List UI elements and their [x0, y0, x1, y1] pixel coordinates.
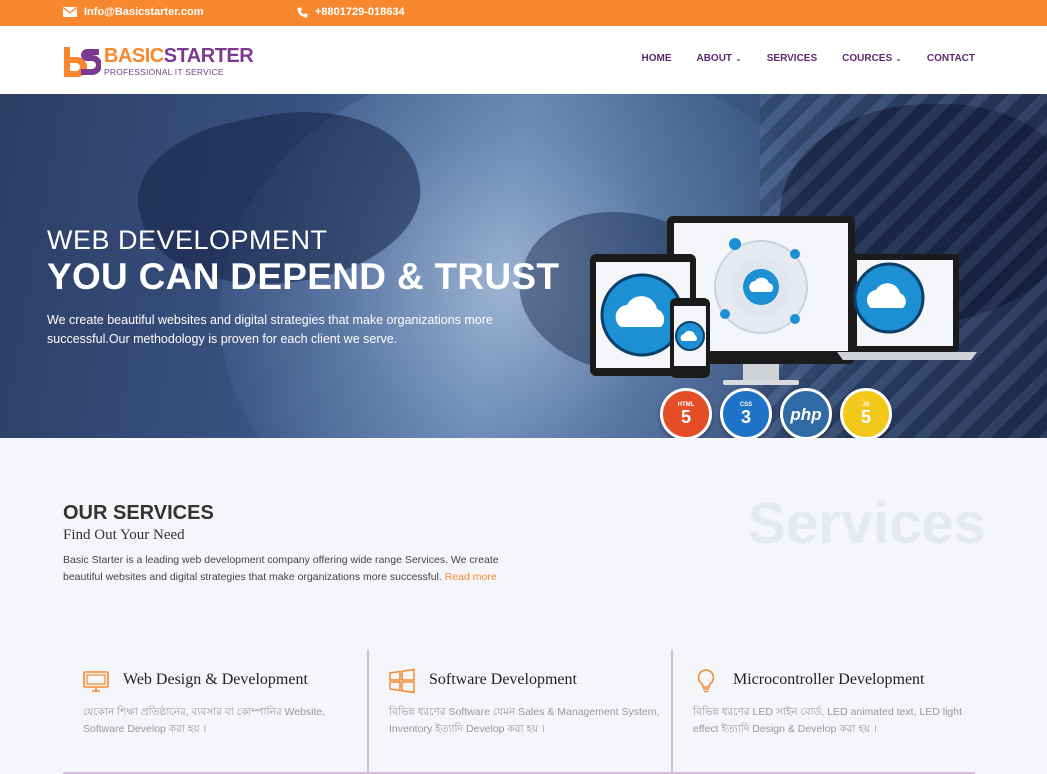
services-title: OUR SERVICES: [63, 502, 214, 524]
html5-badge-icon: HTML 5: [660, 388, 712, 438]
chevron-down-icon: ⌄: [735, 54, 742, 63]
services-subtitle: Find Out Your Need: [63, 527, 185, 543]
logo-mark-icon: [63, 43, 102, 79]
email-contact[interactable]: Info@Basicstarter.com: [63, 6, 204, 18]
php-badge-icon: php: [780, 388, 832, 438]
nav-services[interactable]: SERVICES: [767, 53, 817, 64]
logo-title-basic: BASIC: [104, 44, 164, 67]
service-card-software[interactable]: Software Development বিভিন্ন ধরণের Softw…: [367, 649, 671, 774]
php-badge-label: php: [790, 404, 822, 424]
service-card-title: Microcontroller Development: [733, 671, 925, 688]
site-logo[interactable]: BASICSTARTER PROFESSIONAL IT SERVICE: [63, 43, 254, 79]
nav-about-label: ABOUT: [696, 53, 733, 64]
read-more-link[interactable]: Read more: [445, 571, 497, 583]
services-watermark: Services: [747, 491, 986, 556]
nav-contact[interactable]: CONTACT: [927, 53, 975, 64]
hero-heading-line2: YOU CAN DEPEND & TRUST: [47, 256, 560, 297]
js-badge-icon: JS 5: [840, 388, 892, 438]
services-description-text: Basic Starter is a leading web developme…: [63, 554, 499, 583]
services-description: Basic Starter is a leading web developme…: [63, 552, 523, 585]
service-card-title: Web Design & Development: [123, 671, 308, 688]
tech-badges: HTML 5 CSS 3 php JS 5: [660, 388, 892, 438]
windows-icon: [389, 668, 415, 694]
nav-home[interactable]: HOME: [641, 53, 671, 64]
html5-badge-number: 5: [680, 407, 691, 427]
lightbulb-icon: [693, 668, 719, 694]
hero-banner: WEB DEVELOPMENT YOU CAN DEPEND & TRUST W…: [0, 94, 1047, 438]
hero-description: We create beautiful websites and digital…: [47, 313, 493, 346]
css3-badge-icon: CSS 3: [720, 388, 772, 438]
envelope-icon: [63, 7, 77, 17]
top-bar: Info@Basicstarter.com +8801729-018634: [0, 0, 1047, 26]
service-card-text: বিভিন্ন ধরণের LED সাইন বোর্ড, LED animat…: [693, 706, 963, 735]
nav-home-label: HOME: [641, 53, 672, 64]
email-text[interactable]: Info@Basicstarter.com: [84, 6, 204, 18]
service-card-title: Software Development: [429, 671, 577, 688]
monitor-icon: [83, 668, 109, 694]
phone-text[interactable]: +8801729-018634: [315, 6, 405, 18]
service-card-web[interactable]: Web Design & Development যেকোন শিক্ষা প্…: [63, 649, 367, 774]
logo-subtitle: PROFESSIONAL IT SERVICE: [104, 66, 224, 77]
js-badge-number: 5: [860, 407, 871, 427]
hero-text: WEB DEVELOPMENT YOU CAN DEPEND & TRUST W…: [47, 225, 559, 349]
service-cards: Web Design & Development যেকোন শিক্ষা প্…: [63, 649, 975, 774]
service-card-text: বিভিন্ন ধরণের Software যেমন Sales & Mana…: [389, 706, 660, 735]
service-card-microcontroller[interactable]: Microcontroller Development বিভিন্ন ধরণে…: [671, 649, 975, 774]
nav-cources-label: COURCES: [842, 53, 893, 64]
phone-icon: [297, 7, 308, 18]
chevron-down-icon: ⌄: [895, 54, 902, 63]
css3-badge-number: 3: [740, 407, 751, 427]
nav-services-label: SERVICES: [766, 53, 818, 64]
nav-contact-label: CONTACT: [926, 53, 975, 64]
main-nav: HOME ABOUT ⌄ SERVICES COURCES ⌄ CONTACT: [641, 53, 975, 64]
nav-about[interactable]: ABOUT ⌄: [696, 53, 741, 64]
logo-title-starter: STARTER: [163, 44, 254, 67]
nav-cources[interactable]: COURCES ⌄: [842, 53, 902, 64]
service-card-text: যেকোন শিক্ষা প্রতিষ্ঠানের, ব্যবসার বা কো…: [83, 706, 326, 735]
site-header: BASICSTARTER PROFESSIONAL IT SERVICE HOM…: [0, 26, 1047, 94]
phone-contact[interactable]: +8801729-018634: [297, 6, 405, 18]
hero-heading-line1: WEB DEVELOPMENT: [47, 225, 328, 255]
